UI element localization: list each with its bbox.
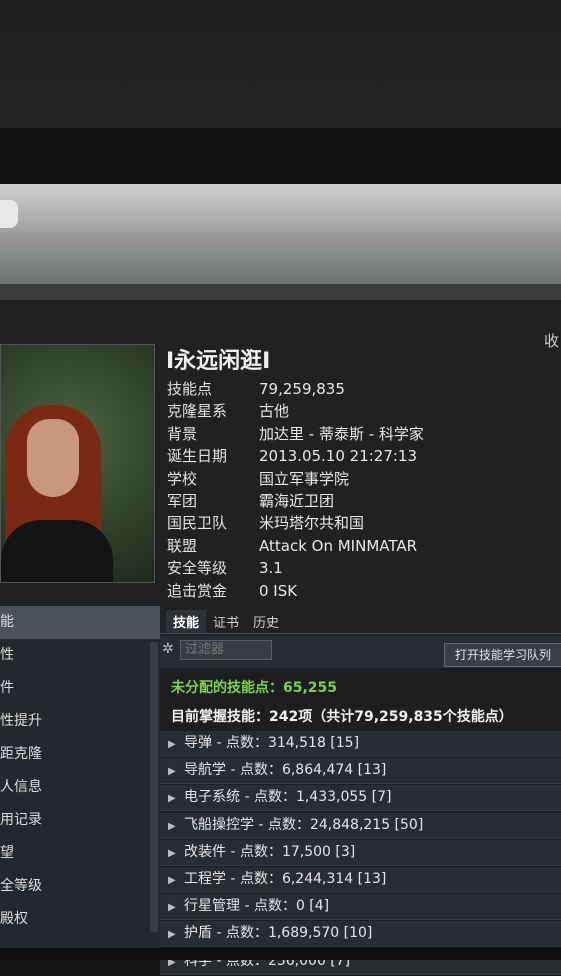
- sidebar-item-employment-history[interactable]: 用记录: [0, 804, 160, 837]
- info-value[interactable]: 霸海近卫团: [259, 490, 334, 512]
- character-portrait[interactable]: [0, 344, 155, 583]
- skill-group-label: 导弹 - 点数：314,518 [15]: [184, 735, 360, 751]
- skill-group-row[interactable]: ▶ 行星管理 - 点数：0 [4]: [160, 894, 561, 921]
- info-row-alliance: 联盟 Attack On MINMATAR: [167, 535, 424, 557]
- info-value[interactable]: 古他: [259, 400, 289, 422]
- skill-group-row[interactable]: ▶ 导航学 - 点数：6,864,474 [13]: [160, 758, 561, 785]
- sidebar-item-augmentations[interactable]: 性提升: [0, 705, 160, 738]
- sidebar-scrollbar[interactable]: [150, 642, 158, 932]
- tab-history[interactable]: 历史: [246, 610, 286, 633]
- info-row-bounty: 追击赏金 0 ISK: [167, 580, 424, 602]
- info-row-corporation: 军团 霸海近卫团: [167, 490, 424, 512]
- skill-group-row[interactable]: ▶ 飞船操控学 - 点数：24,848,215 [50]: [160, 812, 561, 839]
- expand-arrow-icon: ▶: [168, 820, 176, 832]
- skill-group-list: ▶ 导弹 - 点数：314,518 [15] ▶ 导航学 - 点数：6,864,47…: [160, 731, 561, 976]
- expand-arrow-icon: ▶: [168, 874, 176, 886]
- character-sheet-sidebar: 能 性 件 性提升 距克隆 人信息 用记录 望 全等级 殿权: [0, 606, 160, 960]
- screen-bottom-edge: [0, 948, 561, 960]
- info-value: 79,259,835: [259, 380, 345, 398]
- info-label: 克隆星系: [167, 402, 228, 421]
- skill-group-label: 行星管理 - 点数：0 [4]: [184, 898, 330, 915]
- info-label: 背景: [167, 424, 198, 443]
- info-row-clone-system: 克隆星系 古他: [167, 400, 424, 422]
- info-row-birthdate: 诞生日期 2013.05.10 21:27:13: [167, 445, 424, 467]
- skill-group-label: 飞船操控学 - 点数：24,848,215 [50]: [184, 816, 424, 833]
- sidebar-item-skills[interactable]: 能: [0, 606, 160, 639]
- info-value[interactable]: Attack On MINMATAR: [259, 535, 417, 557]
- sidebar-item-standings[interactable]: 望: [0, 837, 160, 870]
- titlebar-knob: [0, 200, 18, 228]
- tab-certificates[interactable]: 证书: [206, 610, 246, 633]
- tab-divider: [160, 633, 561, 634]
- sidebar-item-roles[interactable]: 殿权: [0, 903, 160, 936]
- info-value[interactable]: 米玛塔尔共和国: [259, 512, 364, 534]
- skill-group-label: 护盾 - 点数：1,689,570 [10]: [184, 925, 373, 942]
- info-label: 诞生日期: [167, 447, 228, 466]
- info-row-skillpoints: 技能点 79,259,835: [167, 378, 424, 400]
- info-value: 加达里 - 蒂泰斯 - 科学家: [259, 424, 424, 443]
- window-titlebar: [0, 184, 561, 246]
- info-label: 安全等级: [167, 559, 228, 578]
- sidebar-item-security-status[interactable]: 全等级: [0, 870, 160, 903]
- skill-tabs: 技能 证书 历史: [166, 610, 286, 633]
- sidebar-item-bio[interactable]: 人信息: [0, 771, 160, 804]
- skill-group-row[interactable]: ▶ 护盾 - 点数：1,689,570 [10]: [160, 921, 561, 948]
- sidebar-item-jump-clones[interactable]: 距克隆: [0, 738, 160, 771]
- skill-group-label: 改装件 - 点数：17,500 [3]: [184, 843, 356, 860]
- skill-filter-input[interactable]: [180, 640, 272, 660]
- info-label: 技能点: [167, 380, 213, 398]
- info-label: 国民卫队: [167, 514, 228, 533]
- info-value: 3.1: [259, 559, 283, 578]
- character-info-list: 技能点 79,259,835 克隆星系 古他 背景 加达里 - 蒂泰斯 - 科学家 诞…: [167, 378, 424, 602]
- gear-icon[interactable]: ✲: [162, 641, 174, 657]
- trained-skills-summary: 目前掌握技能：242项（共计79,259,835个技能点）: [171, 709, 513, 725]
- character-name: I永远闲逛I: [166, 349, 271, 374]
- skill-group-row[interactable]: ▶ 工程学 - 点数：6,244,314 [13]: [160, 866, 561, 893]
- info-value[interactable]: 国立军事学院: [259, 468, 349, 490]
- sidebar-item-implants[interactable]: 件: [0, 672, 160, 705]
- skill-group-label: 导航学 - 点数：6,864,474 [13]: [184, 762, 387, 779]
- skill-group-row[interactable]: ▶ 改装件 - 点数：17,500 [3]: [160, 839, 561, 866]
- unallocated-skillpoints: 未分配的技能点：65,255: [171, 680, 338, 696]
- collapse-button[interactable]: 收: [544, 330, 559, 351]
- info-value: 0 ISK: [259, 581, 298, 600]
- skill-group-label: 工程学 - 点数：6,244,314 [13]: [184, 870, 387, 887]
- expand-arrow-icon: ▶: [168, 847, 176, 859]
- info-row-background: 背景 加达里 - 蒂泰斯 - 科学家: [167, 423, 424, 445]
- portrait-body: [1, 520, 113, 582]
- expand-arrow-icon: ▶: [168, 739, 176, 750]
- window-header-edge: [0, 284, 561, 300]
- info-label: 联盟: [167, 536, 198, 555]
- skill-group-label: 电子系统 - 点数：1,433,055 [7]: [184, 789, 392, 806]
- info-row-school: 学校 国立军事学院: [167, 468, 424, 490]
- sidebar-item-attributes[interactable]: 性: [0, 639, 160, 672]
- info-label: 军团: [167, 491, 198, 510]
- expand-arrow-icon: ▶: [168, 766, 176, 778]
- window-header-strip: [0, 246, 561, 284]
- info-row-security-status: 安全等级 3.1: [167, 557, 424, 579]
- expand-arrow-icon: ▶: [168, 793, 176, 805]
- skill-group-row[interactable]: ▶ 导弹 - 点数：314,518 [15]: [160, 731, 561, 757]
- skill-group-row[interactable]: ▶ 电子系统 - 点数：1,433,055 [7]: [160, 785, 561, 812]
- info-label: 学校: [167, 469, 198, 488]
- portrait-face: [27, 419, 79, 497]
- info-value: 2013.05.10 21:27:13: [259, 447, 418, 466]
- open-training-queue-button[interactable]: 打开技能学习队列: [444, 643, 561, 667]
- monitor-bezel: [0, 128, 561, 186]
- expand-arrow-icon: ▶: [168, 902, 176, 914]
- info-row-militia: 国民卫队 米玛塔尔共和国: [167, 512, 424, 534]
- info-label: 追击赏金: [167, 581, 228, 600]
- tab-skills[interactable]: 技能: [166, 610, 207, 633]
- expand-arrow-icon: ▶: [168, 929, 176, 941]
